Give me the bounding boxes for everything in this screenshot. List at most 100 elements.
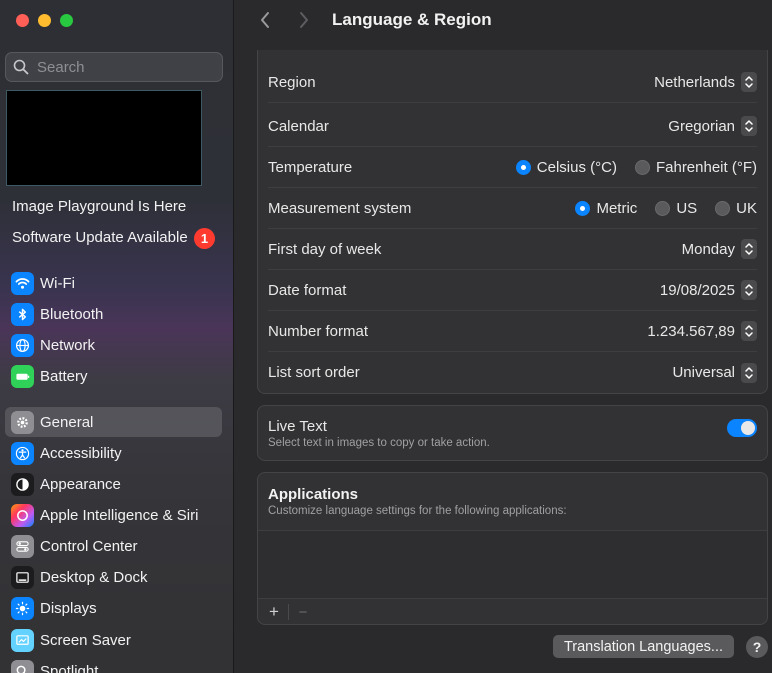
number-format-select[interactable]: 1.234.567,89 (647, 321, 757, 341)
zoom-button[interactable] (60, 14, 73, 27)
uk-radio[interactable]: UK (715, 200, 757, 217)
applications-card: Applications Customize language settings… (257, 472, 768, 625)
up-down-chevron-icon (741, 321, 757, 341)
sidebar-item-apple-intelligence[interactable]: Apple Intelligence & Siri (5, 500, 222, 530)
first-day-value: Monday (681, 240, 735, 258)
list-sort-row: List sort order Universal (268, 352, 757, 393)
toolbar: Language & Region (235, 0, 772, 42)
date-format-row: Date format 19/08/2025 (268, 270, 757, 311)
date-format-value: 19/08/2025 (659, 281, 735, 299)
close-button[interactable] (16, 14, 29, 27)
spotlight-icon (11, 659, 34, 673)
chevron-left-icon (261, 12, 269, 28)
sidebar-item-control-center[interactable]: Control Center (5, 531, 222, 561)
celsius-radio[interactable]: Celsius (°C) (515, 158, 617, 176)
celsius-label: Celsius (°C) (536, 158, 617, 176)
calendar-value: Gregorian (668, 117, 735, 135)
applications-toolbar: + − (265, 600, 312, 624)
search-icon (13, 59, 29, 75)
help-button[interactable]: ? (746, 636, 768, 658)
gear-icon (11, 410, 34, 434)
chevron-right-icon (300, 12, 308, 28)
bluetooth-icon (11, 302, 34, 326)
translation-languages-button[interactable]: Translation Languages... (553, 635, 734, 658)
calendar-label: Calendar (268, 117, 329, 135)
globe-icon (11, 333, 34, 357)
sidebar-item-label: Battery (40, 367, 88, 385)
sidebar-item-label: Desktop & Dock (40, 568, 148, 586)
sidebar-item-label: Network (40, 336, 96, 354)
sidebar-item-label: Control Center (40, 537, 138, 555)
forward-button[interactable] (298, 11, 310, 35)
first-day-row: First day of week Monday (268, 229, 757, 270)
date-format-select[interactable]: 19/08/2025 (660, 280, 757, 300)
up-down-chevron-icon (741, 72, 757, 92)
sidebar: Search Image Playground Is Here Software… (0, 0, 234, 673)
list-sort-value: Universal (672, 364, 735, 381)
up-down-chevron-icon (741, 280, 757, 300)
sidebar-item-screen-saver[interactable]: Screen Saver (5, 625, 222, 655)
region-row: Region Netherlands (268, 62, 757, 103)
add-application-button[interactable]: + (265, 602, 283, 622)
sidebar-item-label: General (40, 413, 94, 431)
applications-title: Applications (268, 486, 359, 503)
number-format-row: Number format 1.234.567,89 (268, 311, 757, 352)
image-playground-notice[interactable]: Image Playground Is Here (12, 198, 186, 215)
radio-unselected-icon (715, 200, 731, 216)
list-sort-label: List sort order (268, 364, 360, 381)
up-down-chevron-icon (741, 116, 757, 136)
applications-list[interactable] (258, 530, 767, 599)
number-format-label: Number format (268, 322, 369, 340)
radio-selected-icon (515, 159, 531, 175)
temperature-row: Temperature Celsius (°C) Fahrenheit (°F) (268, 147, 757, 188)
list-sort-select[interactable]: Universal (672, 362, 757, 383)
screen-saver-icon (11, 628, 34, 652)
live-text-toggle[interactable] (727, 419, 757, 437)
calendar-row: Calendar Gregorian (268, 106, 757, 147)
radio-unselected-icon (655, 200, 671, 216)
measurement-radio-group: Metric US UK (575, 200, 757, 217)
account-preview[interactable] (6, 90, 202, 186)
sidebar-item-displays[interactable]: Displays (5, 593, 222, 623)
search-placeholder: Search (37, 58, 85, 76)
sidebar-item-label: Spotlight (40, 662, 99, 673)
minimize-button[interactable] (38, 14, 51, 27)
window-controls (16, 14, 73, 27)
sidebar-item-general[interactable]: General (5, 407, 222, 437)
sidebar-item-wifi[interactable]: Wi-Fi (5, 268, 222, 298)
dock-icon (11, 565, 34, 589)
sidebar-item-bluetooth[interactable]: Bluetooth (5, 299, 222, 329)
sidebar-item-network[interactable]: Network (5, 330, 222, 360)
metric-label: Metric (596, 199, 638, 217)
temperature-label: Temperature (268, 158, 353, 176)
divider (288, 604, 289, 620)
remove-application-button[interactable]: − (294, 604, 312, 621)
fahrenheit-radio[interactable]: Fahrenheit (°F) (634, 158, 757, 176)
sidebar-item-accessibility[interactable]: Accessibility (5, 438, 222, 468)
region-settings-card: Region Netherlands Calendar Gregorian Te… (257, 50, 768, 394)
software-update-notice[interactable]: Software Update Available (12, 229, 188, 246)
number-format-value: 1.234.567,89 (647, 322, 735, 340)
first-day-select[interactable]: Monday (682, 239, 757, 259)
sidebar-item-label: Appearance (40, 475, 121, 493)
sidebar-item-spotlight[interactable]: Spotlight (5, 656, 222, 673)
sidebar-item-appearance[interactable]: Appearance (5, 469, 222, 499)
wifi-icon (11, 271, 34, 295)
main-pane: Language & Region Region Netherlands Cal… (235, 0, 772, 673)
sidebar-item-desktop-dock[interactable]: Desktop & Dock (5, 562, 222, 592)
live-text-description: Select text in images to copy or take ac… (268, 437, 490, 449)
metric-radio[interactable]: Metric (575, 200, 637, 217)
region-select[interactable]: Netherlands (654, 72, 757, 92)
sidebar-item-label: Wi-Fi (40, 274, 75, 292)
fahrenheit-label: Fahrenheit (°F) (655, 158, 757, 176)
up-down-chevron-icon (741, 239, 757, 259)
calendar-select[interactable]: Gregorian (668, 116, 757, 136)
update-badge: 1 (194, 228, 215, 249)
siri-icon (11, 503, 34, 527)
back-button[interactable] (259, 11, 271, 35)
us-radio[interactable]: US (655, 200, 697, 217)
search-input[interactable]: Search (5, 52, 223, 82)
region-value: Netherlands (654, 73, 735, 91)
sidebar-item-label: Bluetooth (40, 305, 104, 323)
sidebar-item-battery[interactable]: Battery (5, 361, 222, 391)
